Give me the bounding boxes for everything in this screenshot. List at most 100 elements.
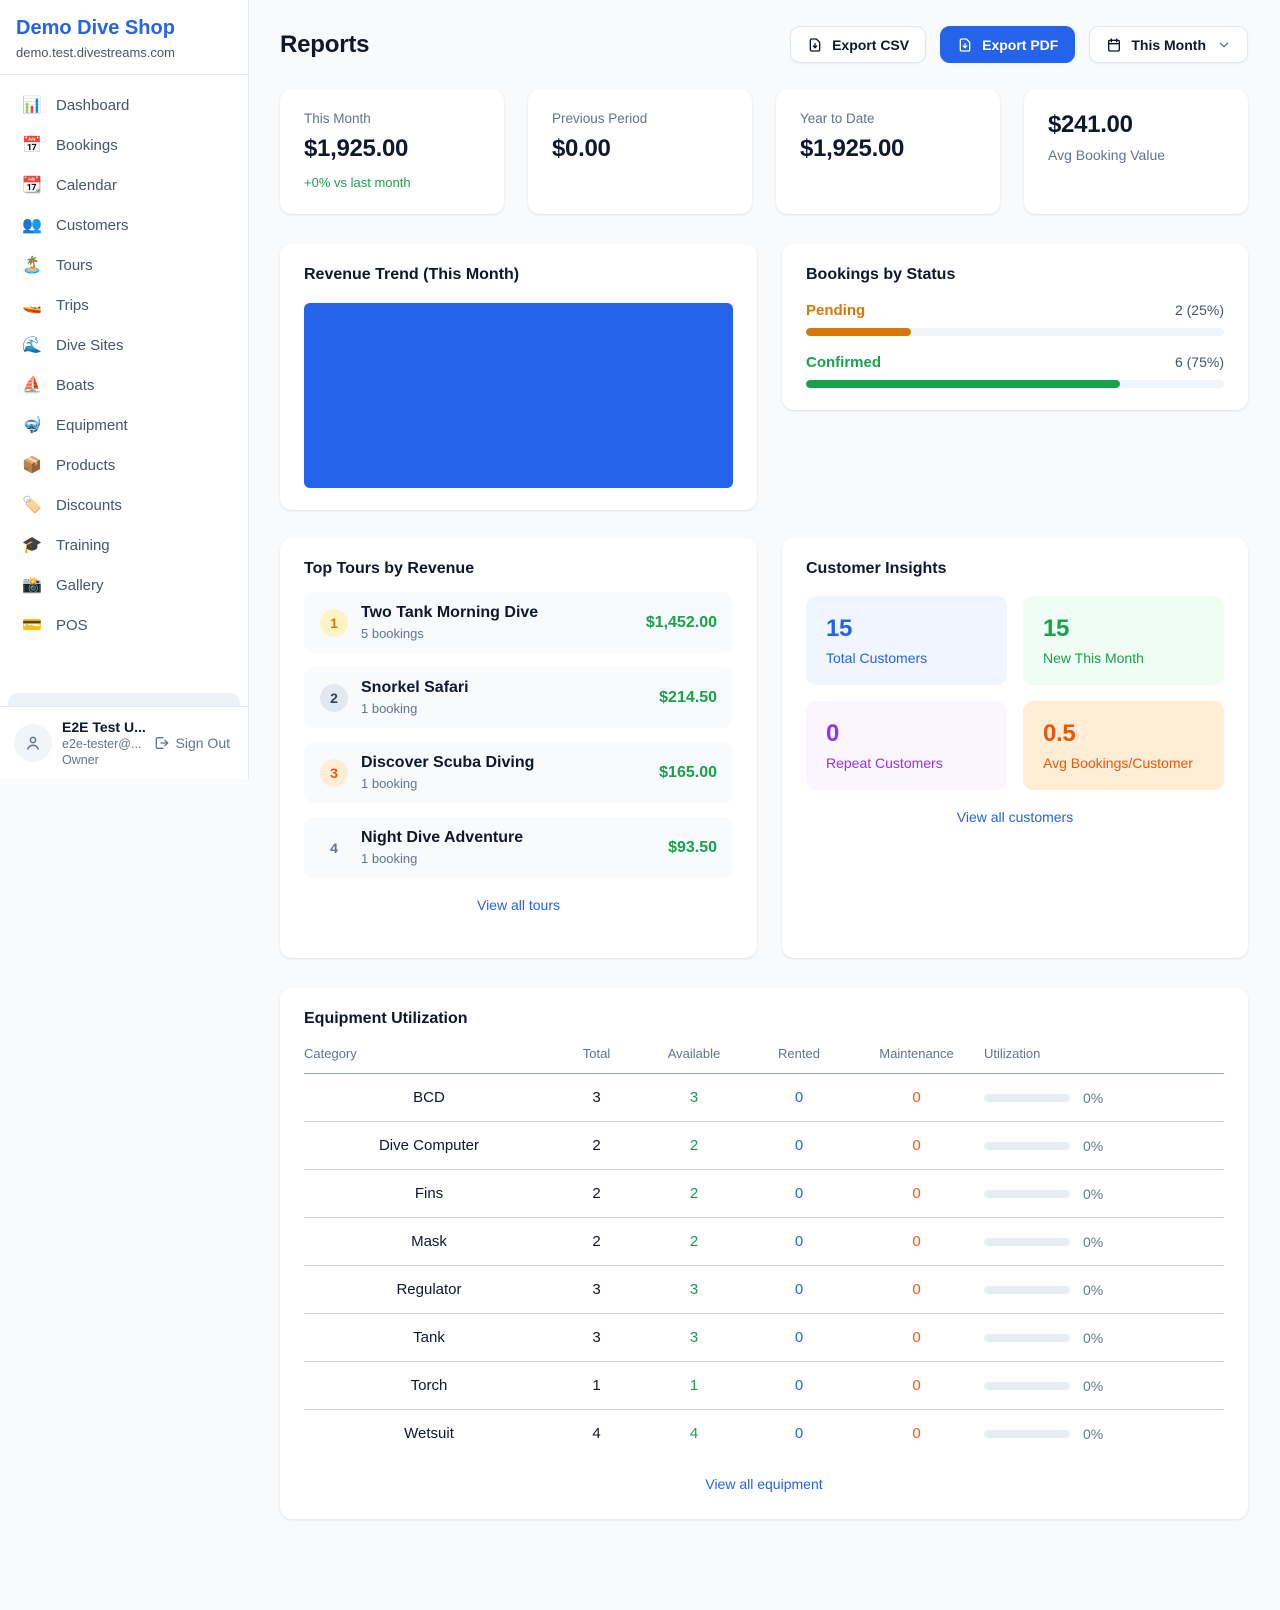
tour-amount: $93.50: [668, 839, 717, 857]
rank-badge: 4: [320, 834, 348, 862]
cell-rented: 0: [749, 1170, 849, 1218]
column-header: Maintenance: [849, 1046, 984, 1074]
sidebar-item-gallery[interactable]: 📸 Gallery: [8, 565, 240, 605]
column-header: Utilization: [984, 1046, 1224, 1074]
tour-name: Two Tank Morning Dive: [361, 604, 538, 622]
stat-value: $0.00: [552, 135, 728, 163]
sidebar-item-label: Calendar: [56, 177, 117, 194]
view-all-equipment-link[interactable]: View all equipment: [699, 1475, 828, 1493]
cell-utilization: 0%: [1083, 1426, 1103, 1442]
cell-total: 2: [554, 1218, 639, 1266]
sidebar-item-label: Discounts: [56, 497, 122, 514]
sidebar-item-label: Customers: [56, 217, 129, 234]
main-content: Reports Export CSV Export PDF This Month: [249, 0, 1280, 1579]
sidebar-item-pos[interactable]: 💳 POS: [8, 605, 240, 645]
sign-out-button[interactable]: Sign Out: [149, 731, 234, 755]
sidebar-item-discounts[interactable]: 🏷️ Discounts: [8, 485, 240, 525]
status-bar-fill: [806, 380, 1120, 388]
cell-rented: 0: [749, 1122, 849, 1170]
status-row-confirmed: Confirmed 6 (75%): [806, 354, 1224, 388]
utilization-bar: [984, 1094, 1070, 1102]
sidebar-item-label: Gallery: [56, 577, 104, 594]
speedboat-icon: 🚤: [22, 295, 42, 315]
sidebar-item-equipment[interactable]: 🤿 Equipment: [8, 405, 240, 445]
credit-card-icon: 💳: [22, 615, 42, 635]
utilization-bar: [984, 1190, 1070, 1198]
tag-icon: 🏷️: [22, 495, 42, 515]
status-bar-track: [806, 380, 1224, 388]
shop-domain: demo.test.divestreams.com: [16, 45, 232, 60]
tour-row: 2 Snorkel Safari 1 booking $214.50: [304, 667, 733, 728]
sidebar-item-label: Bookings: [56, 137, 118, 154]
sidebar-item-label: Trips: [56, 297, 89, 314]
customer-insights-card: Customer Insights 15 Total Customers 15 …: [782, 538, 1248, 958]
cell-category: Fins: [304, 1170, 554, 1218]
cell-category: BCD: [304, 1074, 554, 1122]
shop-name: Demo Dive Shop: [16, 16, 232, 40]
revenue-trend-chart: [304, 303, 733, 488]
customer-insights-title: Customer Insights: [806, 560, 1224, 578]
cell-rented: 0: [749, 1266, 849, 1314]
sidebar-item-label: Training: [56, 537, 110, 554]
header-actions: Export CSV Export PDF This Month: [790, 26, 1248, 63]
insight-value: 15: [826, 615, 987, 643]
sidebar-item-customers[interactable]: 👥 Customers: [8, 205, 240, 245]
cell-available: 4: [639, 1410, 749, 1458]
sidebar-item-boats[interactable]: ⛵ Boats: [8, 365, 240, 405]
cell-rented: 0: [749, 1218, 849, 1266]
table-row: Regulator 3 3 0 0 0%: [304, 1266, 1224, 1314]
period-select[interactable]: This Month: [1089, 26, 1248, 63]
table-row: Wetsuit 4 4 0 0 0%: [304, 1410, 1224, 1458]
revenue-trend-card: Revenue Trend (This Month): [280, 244, 757, 510]
user-meta: E2E Test U... e2e-tester@... Owner: [62, 719, 139, 767]
tour-name: Night Dive Adventure: [361, 829, 523, 847]
insight-label: Total Customers: [826, 650, 987, 666]
view-all-customers-link[interactable]: View all customers: [951, 808, 1079, 826]
export-csv-button[interactable]: Export CSV: [790, 26, 926, 63]
top-tours-title: Top Tours by Revenue: [304, 560, 733, 578]
cell-available: 2: [639, 1122, 749, 1170]
tour-bookings: 1 booking: [361, 701, 469, 716]
stat-value: $1,925.00: [800, 135, 976, 163]
sidebar-item-training[interactable]: 🎓 Training: [8, 525, 240, 565]
sidebar-nav: 📊 Dashboard 📅 Bookings 📆 Calendar 👥 Cust…: [0, 75, 248, 706]
view-all-tours-link[interactable]: View all tours: [471, 896, 566, 914]
bookings-by-status-card: Bookings by Status Pending 2 (25%) Confi…: [782, 244, 1248, 410]
revenue-trend-title: Revenue Trend (This Month): [304, 266, 733, 284]
cell-total: 4: [554, 1410, 639, 1458]
cell-rented: 0: [749, 1074, 849, 1122]
status-value: 6 (75%): [1175, 354, 1224, 370]
cell-available: 2: [639, 1170, 749, 1218]
cell-utilization: 0%: [1083, 1234, 1103, 1250]
insight-value: 0.5: [1043, 720, 1204, 748]
sidebar-header: Demo Dive Shop demo.test.divestreams.com: [0, 0, 248, 75]
sidebar-item-dashboard[interactable]: 📊 Dashboard: [8, 85, 240, 125]
wave-icon: 🌊: [22, 335, 42, 355]
cell-available: 3: [639, 1074, 749, 1122]
tour-row: 3 Discover Scuba Diving 1 booking $165.0…: [304, 742, 733, 803]
cell-category: Regulator: [304, 1266, 554, 1314]
stat-card-year-to-date: Year to Date $1,925.00: [776, 89, 1000, 214]
column-header: Available: [639, 1046, 749, 1074]
stat-card-previous-period: Previous Period $0.00: [528, 89, 752, 214]
stat-value: $1,925.00: [304, 135, 480, 163]
sidebar-item-calendar[interactable]: 📆 Calendar: [8, 165, 240, 205]
sidebar-item-partially-scrolled[interactable]: [8, 693, 240, 706]
equipment-table: Category Total Available Rented Maintena…: [304, 1046, 1224, 1457]
sidebar-item-bookings[interactable]: 📅 Bookings: [8, 125, 240, 165]
table-row: Torch 1 1 0 0 0%: [304, 1362, 1224, 1410]
bookings-calendar-icon: 📅: [22, 135, 42, 155]
stat-delta: +0% vs last month: [304, 175, 480, 190]
sidebar-item-products[interactable]: 📦 Products: [8, 445, 240, 485]
cell-maintenance: 0: [849, 1410, 984, 1458]
sidebar-item-dive-sites[interactable]: 🌊 Dive Sites: [8, 325, 240, 365]
insight-tile-new-this-month: 15 New This Month: [1023, 596, 1224, 685]
export-pdf-button[interactable]: Export PDF: [940, 26, 1075, 63]
island-icon: 🏝️: [22, 255, 42, 275]
sidebar-item-trips[interactable]: 🚤 Trips: [8, 285, 240, 325]
table-row: Mask 2 2 0 0 0%: [304, 1218, 1224, 1266]
sidebar-item-tours[interactable]: 🏝️ Tours: [8, 245, 240, 285]
sidebar: Demo Dive Shop demo.test.divestreams.com…: [0, 0, 249, 779]
sidebar-item-label: Boats: [56, 377, 94, 394]
sidebar-item-label: Dive Sites: [56, 337, 124, 354]
